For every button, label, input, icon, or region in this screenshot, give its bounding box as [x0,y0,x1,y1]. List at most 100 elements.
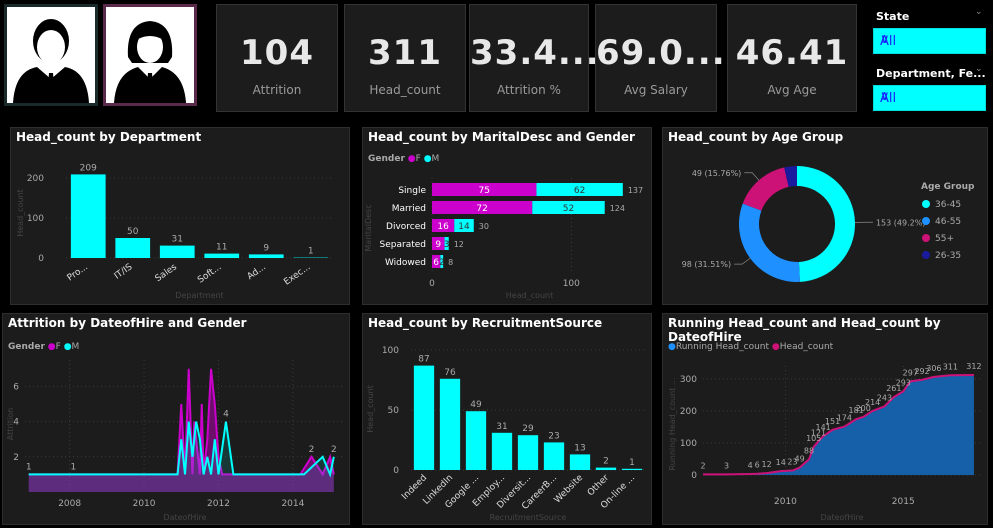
kpi-value: 311 [368,33,442,73]
legend-title: Age Group [921,182,975,192]
data-label: 49 [794,455,804,464]
data-label: 11 [216,243,227,253]
data-label: 13 [574,443,585,453]
data-label: 1 [308,247,314,257]
x-axis-label: DateofHire [163,513,206,522]
x-axis-label: DateofHire [820,513,863,522]
bar [115,238,151,258]
bar [517,435,539,470]
data-label: 50 [127,227,139,237]
total-label: 124 [610,204,625,213]
legend-dot [922,251,930,259]
y-tick-label: 0 [393,466,399,476]
attrition-chart-panel[interactable]: Attrition by DateofHire and Gender Gende… [2,313,350,525]
data-label: 4 [748,461,753,470]
data-label: 209 [80,163,97,173]
x-tick-label: 2015 [892,497,915,507]
bar [204,253,240,258]
data-label: 311 [943,362,958,371]
data-label: 76 [444,368,456,378]
y-tick-label: 50 [388,406,400,416]
data-label: 2 [700,461,705,470]
marital-chart: 0 100 Single 75 62 137 Married 72 52 124 Divorced 1… [364,178,643,300]
data-label: 31 [172,235,183,245]
data-label: 12 [762,460,772,469]
female-avatar-icon [106,7,194,103]
data-label: 23 [548,431,559,441]
y-tick-label: 100 [382,346,399,356]
data-label-f: 16 [437,222,449,232]
total-label: 30 [479,222,489,231]
legend-dot [922,234,930,242]
y-tick-label: 0 [38,254,44,264]
dept-chart: 0 100 200 209 Pro... 50 IT/IS 31 Sales 11 Soft... 9… [16,163,333,300]
chevron-down-icon: ∨ [880,32,890,47]
bar [491,432,513,470]
chevron-down-icon: ∨ [880,89,890,104]
kpi-label: Avg Age [767,83,817,97]
recruit-chart-panel[interactable]: Head_count by RecruitmentSource 0 50 100 87… [362,313,652,525]
data-label: 293 [896,378,911,387]
running-chart-panel[interactable]: Running Head_count and Head_count by Dat… [662,313,988,525]
data-label-f: 72 [476,204,487,214]
y-axis-label: Head_count [16,189,25,237]
data-label-f: 75 [479,186,490,196]
y-tick-label: Single [398,186,426,196]
x-tick-label: Soft... [196,262,223,285]
data-label-m: 14 [458,222,470,232]
data-label: 87 [418,355,429,365]
dept-chart-panel[interactable]: Head_count by Department 0 100 200 209 Pro..… [10,127,350,305]
bar [413,365,435,470]
kpi-label: Head_count [369,83,441,97]
legend-label: 26-35 [935,251,961,261]
x-axis-label: Head_count [506,291,554,300]
data-label: 3 [724,461,729,470]
bar [569,454,591,470]
x-axis-label: Department [175,291,223,300]
y-tick-label: Married [392,204,426,214]
marital-chart-panel[interactable]: Head_count by MaritalDesc and Gender Gen… [362,127,652,305]
y-tick-label: 100 [27,214,44,224]
y-tick-label: Widowed [385,258,426,268]
x-tick-label: 2010 [133,499,156,509]
x-tick-label: Pro... [66,262,90,283]
x-tick-label: Ad... [246,262,268,282]
male-avatar[interactable] [4,4,98,106]
kpi-headcount: 311 Head_count [344,4,466,112]
x-tick-label: 2014 [281,499,304,509]
state-slicer-dropdown[interactable]: All ∨ [873,28,986,54]
bar [439,378,461,470]
data-label-m: 3 [444,240,450,250]
data-label: 243 [877,393,892,402]
y-tick-label: Divorced [386,222,426,232]
y-tick-label: 2 [13,453,19,463]
legend-label: 36-45 [935,200,961,210]
chevron-down-icon[interactable]: ⌄ [975,64,983,74]
dept-slicer-title: Department, Fe... [876,67,986,80]
bar [543,442,565,470]
chevron-down-icon[interactable]: ⌄ [975,7,983,17]
kpi-attrition: 104 Attrition [216,4,338,112]
pie-slice [739,203,800,282]
data-label: 49 [470,400,482,410]
data-label-f: 9 [435,240,441,250]
x-tick-label: 2012 [207,499,230,509]
data-label: 14 [776,458,786,467]
age-chart-panel[interactable]: Head_count by Age Group 153 (49.2%) 98 (3… [662,127,988,305]
y-tick-label: 100 [680,439,697,449]
leader-line [734,257,751,265]
data-label: 2 [309,445,315,455]
kpi-label: Attrition % [497,83,561,97]
data-label: 1 [629,458,635,468]
x-tick-label: Exec... [282,262,312,287]
legend-dot [922,200,930,208]
data-label: 312 [966,362,981,371]
kpi-attrition-pct: 33.4... Attrition % [469,4,599,112]
legend-dot [922,217,930,225]
dept-slicer-dropdown[interactable]: All ∨ [873,85,986,111]
data-label-m: 2 [439,258,445,268]
female-avatar[interactable] [103,4,197,106]
total-label: 137 [628,186,643,195]
x-axis-label: RecruitmentSource [490,513,567,522]
kpi-avg-salary: 69.0... Avg Salary [595,4,725,112]
